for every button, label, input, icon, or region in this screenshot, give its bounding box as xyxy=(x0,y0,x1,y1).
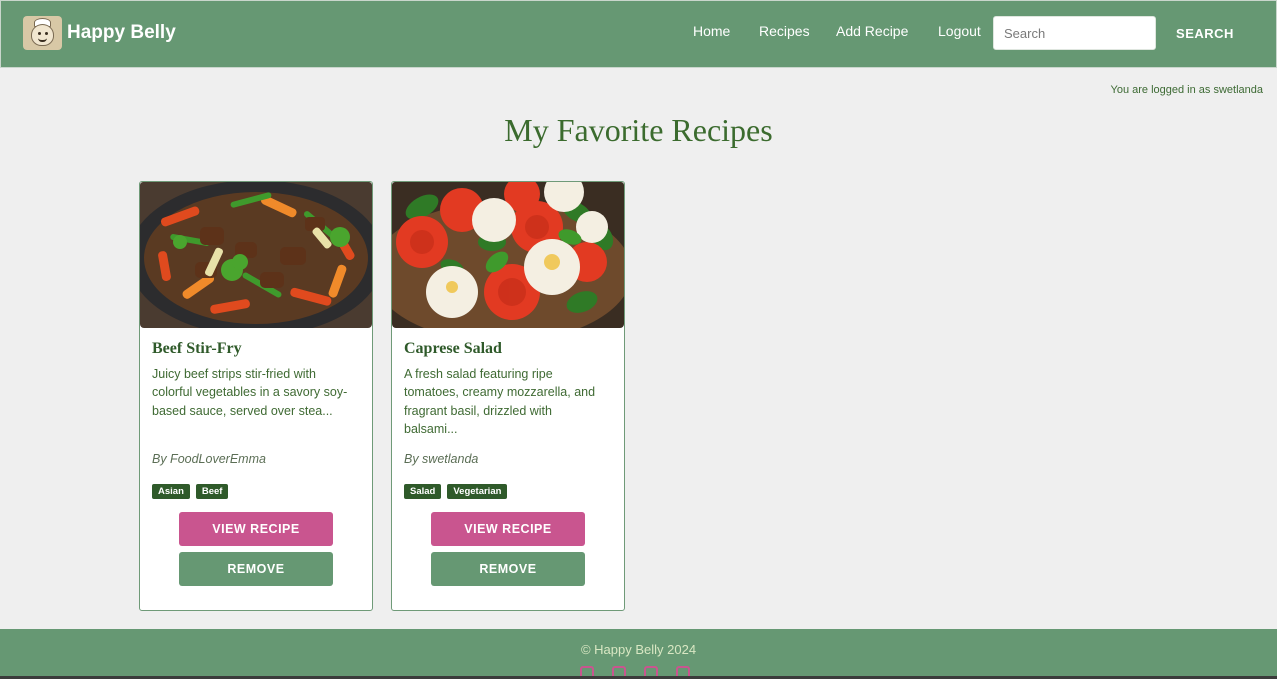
brand-link[interactable]: Happy Belly xyxy=(23,16,176,50)
nav-logout-link[interactable]: Logout xyxy=(938,23,981,39)
view-recipe-button[interactable]: VIEW RECIPE xyxy=(179,512,333,546)
tag-badge: Salad xyxy=(404,484,442,499)
recipe-image-caprese-salad[interactable] xyxy=(392,182,624,328)
recipe-author: By swetlanda xyxy=(404,452,479,466)
remove-button[interactable]: REMOVE xyxy=(179,552,333,586)
recipe-title[interactable]: Caprese Salad xyxy=(404,340,502,358)
recipe-description: Juicy beef strips stir-fried with colorf… xyxy=(152,367,348,418)
navbar: Happy Belly Home Recipes Add Recipe Logo… xyxy=(0,0,1277,68)
nav-recipes-link[interactable]: Recipes xyxy=(759,23,810,39)
remove-button[interactable]: REMOVE xyxy=(431,552,585,586)
recipe-author: By FoodLoverEmma xyxy=(152,452,266,466)
tag-badge: Vegetarian xyxy=(447,484,508,499)
search-button[interactable]: SEARCH xyxy=(1167,16,1243,50)
footer: © Happy Belly 2024 xyxy=(0,629,1277,679)
tag-badge: Asian xyxy=(152,484,190,499)
recipe-tags: Salad Vegetarian xyxy=(404,484,508,499)
login-status: You are logged in as swetlanda xyxy=(1110,84,1264,96)
recipe-card: Caprese Salad A fresh salad featuring ri… xyxy=(391,181,625,611)
copyright-text: © Happy Belly 2024 xyxy=(580,642,697,657)
recipe-description: A fresh salad featuring ripe tomatoes, c… xyxy=(404,367,596,436)
nav-home-link[interactable]: Home xyxy=(693,23,730,39)
brand-name[interactable]: Happy Belly xyxy=(67,22,176,44)
search-input[interactable] xyxy=(993,16,1156,50)
recipe-title[interactable]: Beef Stir-Fry xyxy=(152,340,242,358)
nav-add-recipe-link[interactable]: Add Recipe xyxy=(836,23,908,39)
page-title: My Favorite Recipes xyxy=(504,112,773,148)
chef-mascot-icon xyxy=(23,16,62,50)
recipe-tags: Asian Beef xyxy=(152,484,229,499)
recipe-image-beef-stir-fry[interactable] xyxy=(140,182,372,328)
view-recipe-button[interactable]: VIEW RECIPE xyxy=(431,512,585,546)
tag-badge: Beef xyxy=(195,484,229,499)
recipe-card: Beef Stir-Fry Juicy beef strips stir-fri… xyxy=(139,181,373,611)
